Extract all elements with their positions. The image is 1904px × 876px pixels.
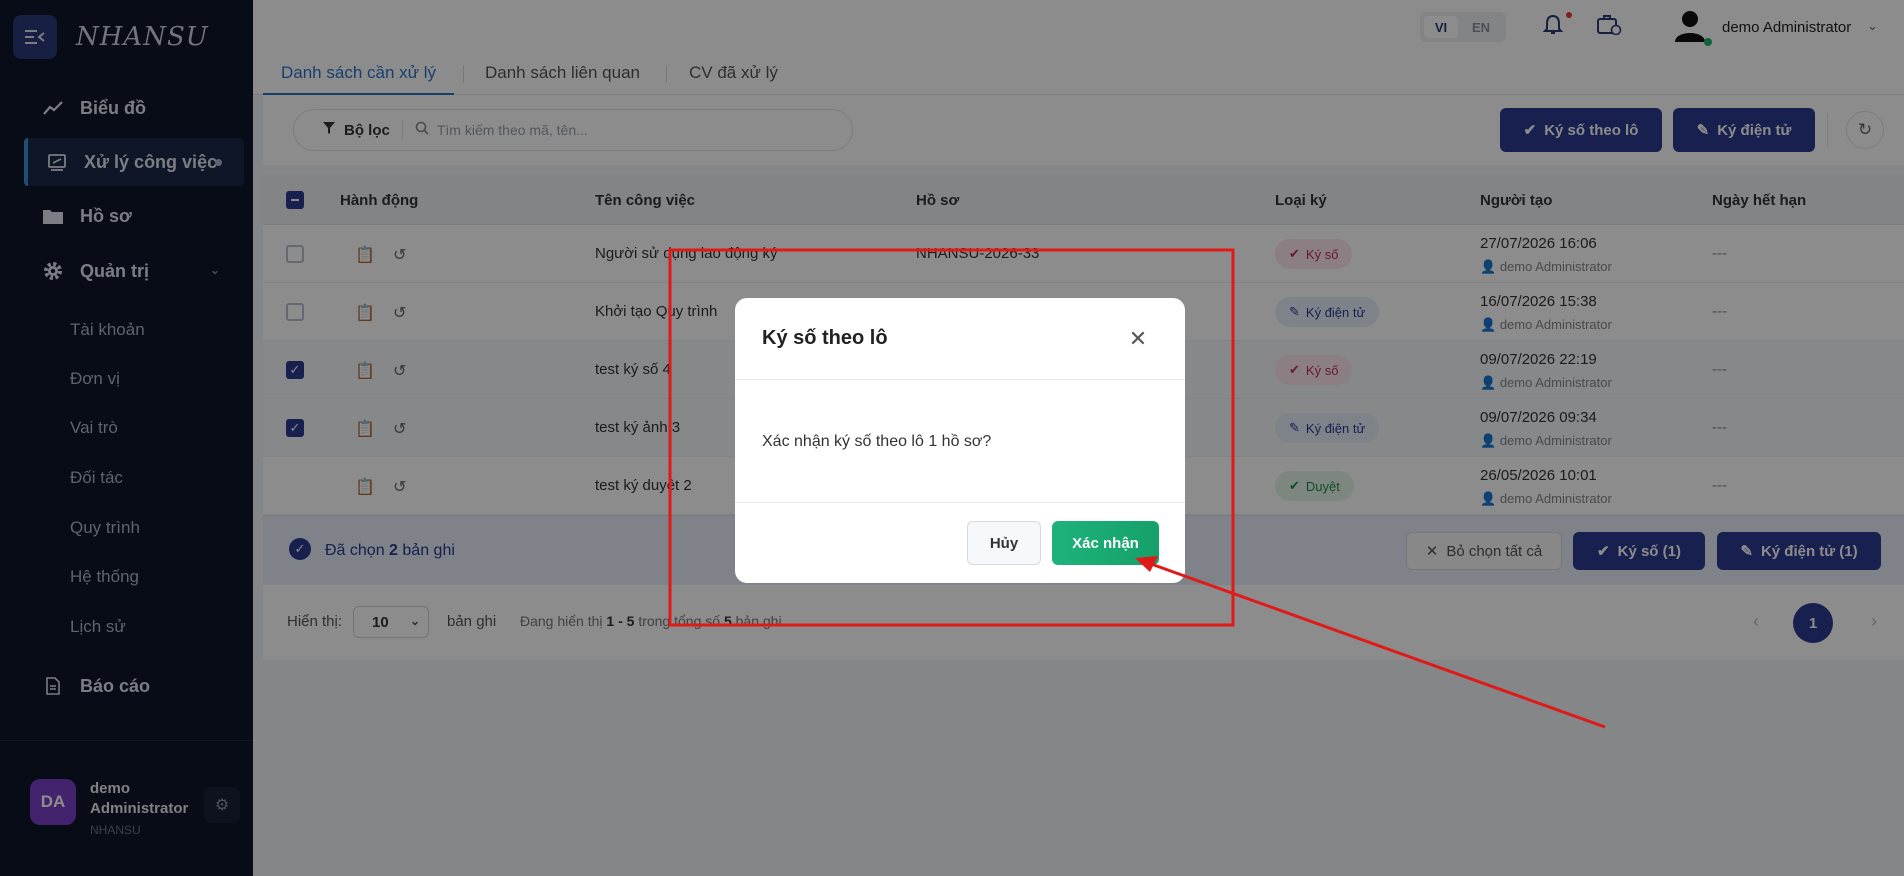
dialog-footer: Hủy Xác nhận [735, 502, 1185, 583]
batch-sign-dialog: Ký số theo lô ✕ Xác nhận ký số theo lô 1… [735, 298, 1185, 583]
close-icon[interactable]: ✕ [1121, 322, 1155, 356]
dialog-message: Xác nhận ký số theo lô 1 hồ sơ? [762, 433, 992, 450]
confirm-button[interactable]: Xác nhận [1052, 521, 1159, 565]
dialog-title: Ký số theo lô [762, 327, 888, 349]
dialog-header: Ký số theo lô ✕ [735, 298, 1185, 380]
cancel-button[interactable]: Hủy [967, 521, 1041, 565]
